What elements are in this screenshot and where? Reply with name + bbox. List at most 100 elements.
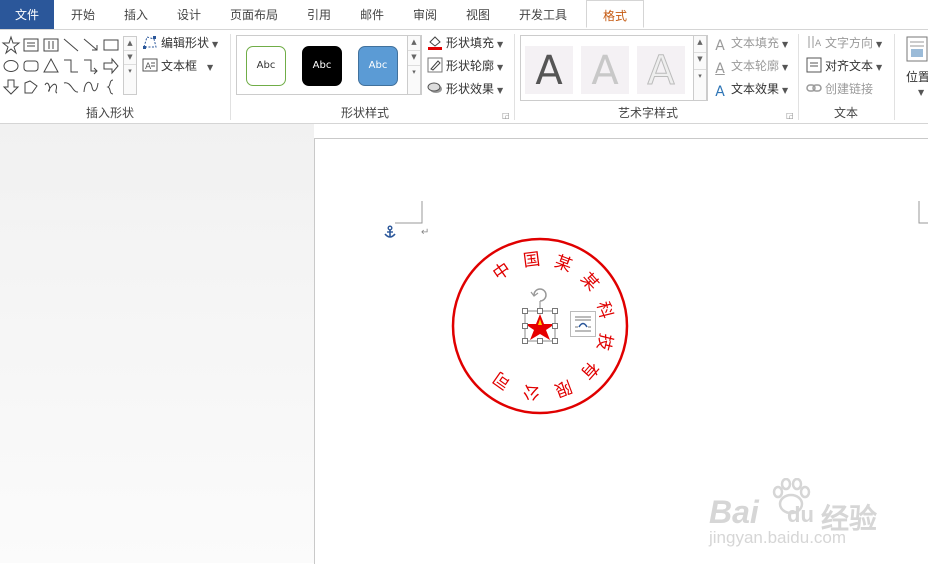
svg-text:A: A bbox=[145, 62, 152, 72]
dialog-launcher-icon[interactable]: ◲ bbox=[502, 111, 511, 120]
scroll-down-icon[interactable]: ▼ bbox=[124, 51, 136, 65]
company-seal[interactable]: 中国某某科技有限公司 bbox=[315, 139, 928, 439]
scroll-up-icon[interactable]: ▲ bbox=[694, 36, 706, 53]
tab-file[interactable]: 文件 bbox=[0, 0, 54, 29]
text-box-button[interactable]: A 文本框 ▼ bbox=[142, 56, 213, 76]
seal-char: 限 bbox=[552, 375, 575, 400]
edit-shape-icon bbox=[142, 34, 158, 50]
triangle-shape-icon[interactable] bbox=[41, 56, 61, 76]
tab-mailings[interactable]: 邮件 bbox=[349, 0, 395, 29]
resize-handle-s[interactable] bbox=[537, 338, 543, 344]
shape-effects-button[interactable]: 形状效果 ▼ bbox=[427, 79, 503, 99]
text-fill-icon: A bbox=[715, 38, 725, 54]
resize-handle-n[interactable] bbox=[537, 308, 543, 314]
wordart-styles-gallery: A A A ▲ ▼ ▾ bbox=[520, 35, 708, 101]
shape-styles-group-label: 形状样式 bbox=[340, 106, 389, 120]
seal-char: 有 bbox=[576, 357, 602, 383]
gallery-more-icon[interactable]: ▾ bbox=[408, 66, 420, 79]
scroll-up-icon[interactable]: ▲ bbox=[408, 36, 420, 51]
tab-design[interactable]: 设计 bbox=[164, 0, 214, 29]
align-text-button[interactable]: 对齐文本 ▼ bbox=[806, 56, 882, 76]
edit-shape-button[interactable]: 编辑形状 ▼ bbox=[142, 33, 218, 53]
shape-style-preset[interactable]: Abc bbox=[358, 46, 398, 86]
dropdown-arrow-icon: ▼ bbox=[782, 63, 789, 72]
scroll-up-icon[interactable]: ▲ bbox=[124, 37, 136, 51]
rotate-handle-icon[interactable] bbox=[530, 288, 547, 302]
create-link-button[interactable]: 创建链接 bbox=[806, 79, 873, 99]
vertical-textbox-shape-icon[interactable] bbox=[41, 35, 61, 55]
group-divider bbox=[894, 34, 895, 120]
rectangle-shape-icon[interactable] bbox=[101, 35, 121, 55]
dropdown-arrow-icon: ▼ bbox=[876, 63, 883, 72]
dropdown-arrow-icon: ▼ bbox=[497, 63, 504, 72]
tab-format[interactable]: 格式 bbox=[586, 0, 644, 28]
scroll-down-icon[interactable]: ▼ bbox=[408, 51, 420, 66]
star-shape-icon[interactable] bbox=[1, 35, 21, 55]
elbow-arrow-shape-icon[interactable] bbox=[81, 56, 101, 76]
arrow-line-shape-icon[interactable] bbox=[81, 35, 101, 55]
align-text-icon bbox=[806, 57, 822, 73]
shape-styles-scroll[interactable]: ▲ ▼ ▾ bbox=[407, 35, 421, 95]
dialog-launcher-icon[interactable]: ◲ bbox=[786, 111, 795, 120]
tab-references[interactable]: 引用 bbox=[296, 0, 342, 29]
svg-text:A: A bbox=[815, 39, 822, 49]
tab-page-layout[interactable]: 页面布局 bbox=[222, 0, 286, 29]
dropdown-arrow-icon: ▼ bbox=[207, 63, 214, 72]
curve-shape-icon[interactable] bbox=[61, 77, 81, 97]
tab-developer[interactable]: 开发工具 bbox=[508, 0, 578, 29]
text-outline-button[interactable]: A 文本轮廓 ▼ bbox=[712, 56, 789, 77]
resize-handle-sw[interactable] bbox=[522, 338, 528, 344]
text-fill-button[interactable]: A 文本填充 ▼ bbox=[712, 33, 789, 54]
resize-handle-e[interactable] bbox=[552, 323, 558, 329]
line-shape-icon[interactable] bbox=[61, 35, 81, 55]
seal-char: 公 bbox=[522, 380, 541, 402]
wordart-preset[interactable]: A bbox=[581, 46, 629, 94]
gallery-more-icon[interactable]: ▾ bbox=[124, 65, 136, 78]
oval-shape-icon[interactable] bbox=[1, 56, 21, 76]
link-icon bbox=[806, 80, 822, 96]
seal-char: 司 bbox=[489, 367, 514, 393]
gallery-more-icon[interactable]: ▾ bbox=[694, 70, 706, 83]
dropdown-arrow-icon: ▼ bbox=[497, 86, 504, 95]
wordart-preset[interactable]: A bbox=[637, 46, 685, 95]
text-direction-button[interactable]: A 文字方向 ▼ bbox=[806, 33, 882, 53]
arc-shape-icon[interactable] bbox=[81, 77, 101, 97]
resize-handle-nw[interactable] bbox=[522, 308, 528, 314]
pencil-outline-icon bbox=[427, 57, 443, 73]
freeform-shape-icon[interactable] bbox=[21, 77, 41, 97]
elbow-connector-shape-icon[interactable] bbox=[61, 56, 81, 76]
tab-home[interactable]: 开始 bbox=[58, 0, 108, 29]
tab-insert[interactable]: 插入 bbox=[112, 0, 160, 29]
shape-fill-button[interactable]: 形状填充 ▼ bbox=[427, 33, 503, 53]
wordart-styles-scroll[interactable]: ▲ ▼ ▾ bbox=[693, 35, 707, 101]
scroll-down-icon[interactable]: ▼ bbox=[694, 53, 706, 70]
group-divider bbox=[798, 34, 799, 120]
shapes-gallery-scroll[interactable]: ▲ ▼ ▾ bbox=[123, 36, 137, 95]
group-divider bbox=[230, 34, 231, 120]
resize-handle-se[interactable] bbox=[552, 338, 558, 344]
text-effects-button[interactable]: A 文本效果 ▼ bbox=[712, 79, 788, 100]
dropdown-arrow-icon: ▼ bbox=[876, 40, 883, 49]
right-arrow-shape-icon[interactable] bbox=[101, 56, 121, 76]
document-page[interactable]: ↵ 中国某某科技有限公司 Bai du 经验 jingyan.baidu.com bbox=[314, 138, 928, 564]
rounded-rect-shape-icon[interactable] bbox=[21, 56, 41, 76]
ribbon-tab-bar: 文件 开始 插入 设计 页面布局 引用 邮件 审阅 视图 开发工具 格式 bbox=[0, 0, 928, 30]
layout-options-icon bbox=[571, 316, 595, 339]
text-effects-icon: A bbox=[715, 84, 725, 100]
shape-outline-button[interactable]: 形状轮廓 ▼ bbox=[427, 56, 503, 76]
tab-view[interactable]: 视图 bbox=[455, 0, 501, 29]
resize-handle-w[interactable] bbox=[522, 323, 528, 329]
down-arrow-shape-icon[interactable] bbox=[1, 77, 21, 97]
scribble-shape-icon[interactable] bbox=[41, 77, 61, 97]
dropdown-arrow-icon: ▼ bbox=[782, 40, 789, 49]
shape-style-preset[interactable]: Abc bbox=[246, 46, 286, 86]
position-button[interactable]: 位置 ▼ bbox=[902, 34, 928, 102]
tab-review[interactable]: 审阅 bbox=[402, 0, 448, 29]
resize-handle-ne[interactable] bbox=[552, 308, 558, 314]
shape-style-preset[interactable]: Abc bbox=[302, 46, 342, 86]
red-star-shape[interactable] bbox=[525, 314, 555, 340]
layout-options-button[interactable] bbox=[570, 311, 596, 337]
brace-shape-icon[interactable] bbox=[101, 77, 121, 97]
wordart-preset[interactable]: A bbox=[525, 46, 573, 94]
textbox-shape-icon[interactable] bbox=[21, 35, 41, 55]
